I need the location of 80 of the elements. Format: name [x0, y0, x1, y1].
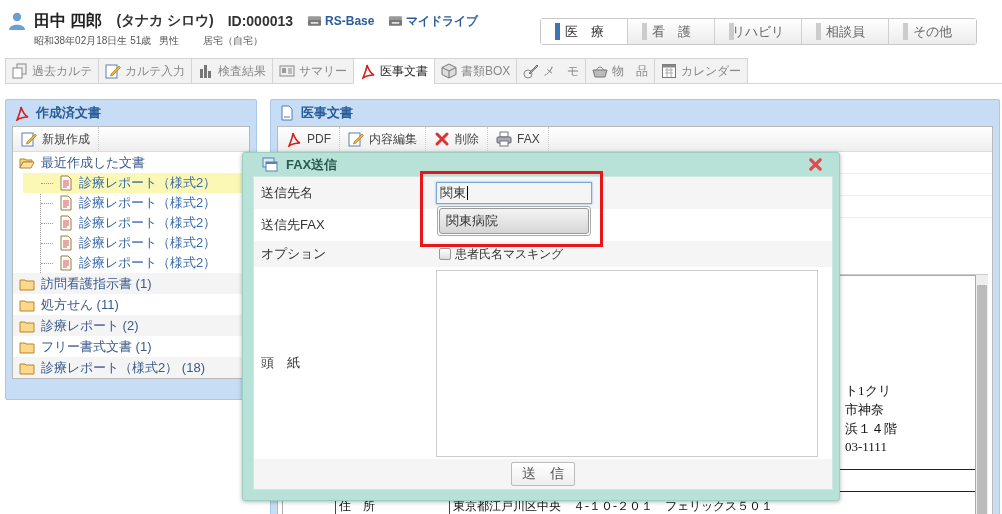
- panel-title: 作成済文書: [36, 104, 101, 122]
- department-button[interactable]: その他: [889, 19, 976, 44]
- tab[interactable]: 物 品: [585, 58, 655, 84]
- card-icon: [279, 63, 295, 79]
- toolbar-button[interactable]: 内容編集: [340, 127, 426, 151]
- person-icon: [8, 12, 26, 30]
- document-icon: [279, 105, 295, 121]
- suggestion-item[interactable]: 関東病院: [439, 208, 589, 234]
- department-button[interactable]: 相談員: [802, 19, 889, 44]
- window-icon: [262, 156, 278, 173]
- toolbar-button[interactable]: FAX: [488, 127, 549, 151]
- toolbar-button[interactable]: PDF: [278, 127, 340, 151]
- tab[interactable]: カレンダー: [654, 58, 749, 84]
- document-text: 浜１４階: [845, 420, 898, 438]
- close-icon[interactable]: [808, 157, 823, 172]
- sex-info: 男性: [159, 34, 180, 48]
- drive-icon: [307, 15, 323, 27]
- dialog-title: FAX送信: [286, 155, 338, 174]
- document-item[interactable]: 診療レポート（様式2）: [41, 233, 249, 253]
- edit-icon: [348, 131, 364, 147]
- document-icon: [58, 235, 74, 251]
- toolbar-button[interactable]: 削除: [426, 127, 488, 151]
- folder-row[interactable]: フリー書式文書 (1): [13, 336, 249, 357]
- tab[interactable]: 過去カルテ: [5, 58, 98, 84]
- table-cell-text: 住 所: [338, 498, 376, 514]
- document-icon: [58, 195, 74, 211]
- input-field[interactable]: 関東: [436, 182, 592, 204]
- document-text: 市神奈: [845, 401, 885, 419]
- folder-label: フリー書式文書 (1): [41, 337, 152, 356]
- field-label: 送信先名: [260, 184, 314, 202]
- header-link[interactable]: マイドライブ: [406, 12, 479, 30]
- calendar-icon: [661, 63, 678, 79]
- pdf-icon: [14, 105, 30, 121]
- document-icon: [58, 175, 74, 191]
- document-text: ト1クリ: [845, 382, 892, 400]
- document-item[interactable]: 診療レポート（様式2）: [41, 213, 249, 233]
- tab[interactable]: メ モ: [516, 58, 586, 84]
- document-icon: [58, 255, 74, 271]
- scrollbar[interactable]: [976, 275, 988, 514]
- patient-name: 田中 四郎: [34, 10, 103, 31]
- tab[interactable]: 医事文書: [353, 58, 434, 84]
- checkbox[interactable]: [439, 248, 451, 260]
- panel-title: 医事文書: [301, 104, 353, 122]
- checkbox-label: 患者氏名マスキング: [455, 245, 563, 263]
- tab[interactable]: 検査結果: [191, 58, 272, 84]
- field-label: 送信先FAX: [260, 216, 326, 234]
- copy-icon: [12, 63, 28, 79]
- folder-label: 処方せん (11): [41, 295, 119, 314]
- edit-icon: [21, 131, 37, 147]
- pdf-icon: [360, 63, 376, 79]
- folder-label: 診療レポート（様式2） (18): [41, 358, 205, 377]
- box-icon: [441, 63, 457, 79]
- birth-info: 昭和38年02月18日生 51歳: [34, 34, 152, 48]
- document-icon: [58, 215, 74, 231]
- pdf-icon: [286, 131, 302, 147]
- tab[interactable]: サマリー: [272, 58, 353, 84]
- header-link[interactable]: RS-Base: [325, 14, 375, 28]
- folder-label: 診療レポート (2): [41, 316, 139, 335]
- patient-kana: (タナカ シロウ): [116, 12, 214, 30]
- patient-id: ID:000013: [227, 13, 294, 29]
- bar-chart-icon: [198, 63, 214, 79]
- department-button[interactable]: リハビリ: [715, 19, 802, 44]
- field-label: 頭 紙: [260, 354, 301, 372]
- delete-icon: [434, 131, 450, 147]
- document-item[interactable]: 診療レポート（様式2）: [41, 253, 249, 273]
- folder-row[interactable]: 処方せん (11): [13, 294, 249, 315]
- residence-info: 居宅（自宅）: [203, 34, 264, 48]
- department-button[interactable]: 看 護: [628, 19, 715, 44]
- tab[interactable]: カルテ入力: [98, 58, 191, 84]
- folder-label: 最近作成した文書: [41, 153, 145, 172]
- send-button[interactable]: 送 信: [511, 462, 575, 486]
- folder-label: 訪問看護指示書 (1): [41, 274, 152, 293]
- document-text: 03-1111: [845, 439, 888, 456]
- printer-icon: [496, 131, 512, 147]
- field-label: オプション: [260, 245, 327, 263]
- folder-row[interactable]: 最近作成した文書: [13, 152, 249, 173]
- department-button[interactable]: 医 療: [541, 19, 628, 44]
- document-item[interactable]: 診療レポート（様式2）: [41, 193, 249, 213]
- edit-icon: [105, 63, 121, 79]
- drive-icon: [388, 15, 404, 27]
